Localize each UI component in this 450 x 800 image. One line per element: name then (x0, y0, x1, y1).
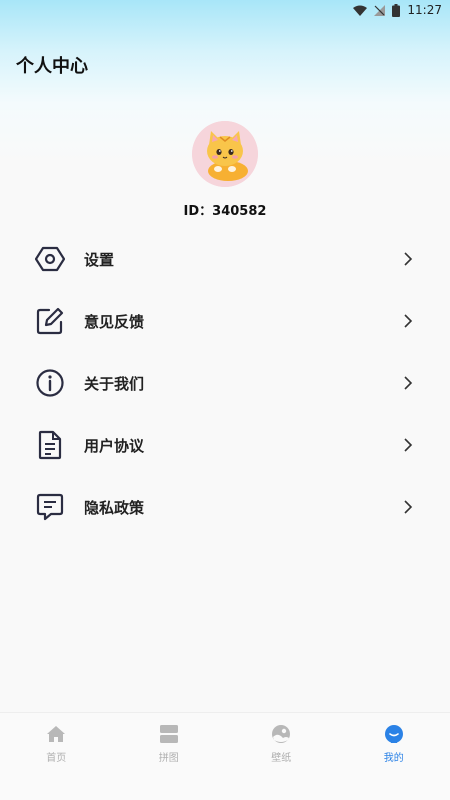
bottom-tab-bar: 首页 拼图 壁纸 我的 (0, 712, 450, 768)
puzzle-icon (158, 723, 180, 745)
chevron-right-icon (404, 252, 413, 266)
document-icon (34, 429, 66, 461)
status-time: 11:27 (407, 3, 442, 17)
tab-label: 我的 (383, 753, 404, 764)
menu-item-label: 设置 (84, 250, 115, 269)
settings-menu: 设置 意见反馈 关于我们 用户协议 隐私政策 (0, 228, 450, 538)
tab-puzzle[interactable]: 拼图 (113, 713, 226, 768)
profile-icon (383, 723, 405, 745)
wallpaper-icon (270, 723, 292, 745)
chevron-right-icon (404, 438, 413, 452)
menu-item-settings[interactable]: 设置 (0, 228, 450, 290)
status-bar: 11:27 (0, 0, 450, 20)
tab-label: 壁纸 (271, 753, 292, 764)
menu-item-label: 隐私政策 (84, 498, 145, 517)
chevron-right-icon (404, 376, 413, 390)
menu-item-label: 意见反馈 (84, 312, 145, 331)
avatar[interactable] (192, 121, 258, 187)
tab-home[interactable]: 首页 (0, 713, 113, 768)
chevron-right-icon (404, 500, 413, 514)
tab-wallpaper[interactable]: 壁纸 (225, 713, 338, 768)
bottom-safe-area (0, 768, 450, 800)
header-gradient-background (0, 0, 450, 230)
privacy-chat-icon (34, 491, 66, 523)
menu-item-about[interactable]: 关于我们 (0, 352, 450, 414)
page-title: 个人中心 (16, 56, 88, 77)
home-icon (45, 723, 67, 745)
tab-label: 拼图 (158, 753, 179, 764)
menu-item-user-agreement[interactable]: 用户协议 (0, 414, 450, 476)
user-id: ID：340582 (183, 204, 267, 219)
menu-item-feedback[interactable]: 意见反馈 (0, 290, 450, 352)
menu-item-label: 用户协议 (84, 436, 145, 455)
settings-hexagon-icon (34, 243, 66, 275)
tab-label: 首页 (46, 753, 67, 764)
no-signal-icon (374, 4, 386, 16)
battery-icon (392, 3, 401, 17)
menu-item-privacy-policy[interactable]: 隐私政策 (0, 476, 450, 538)
menu-item-label: 关于我们 (84, 374, 145, 393)
edit-feedback-icon (34, 305, 66, 337)
tab-mine[interactable]: 我的 (338, 713, 450, 768)
cat-avatar-icon (192, 121, 258, 187)
chevron-right-icon (404, 314, 413, 328)
info-icon (34, 367, 66, 399)
wifi-icon (353, 5, 368, 16)
